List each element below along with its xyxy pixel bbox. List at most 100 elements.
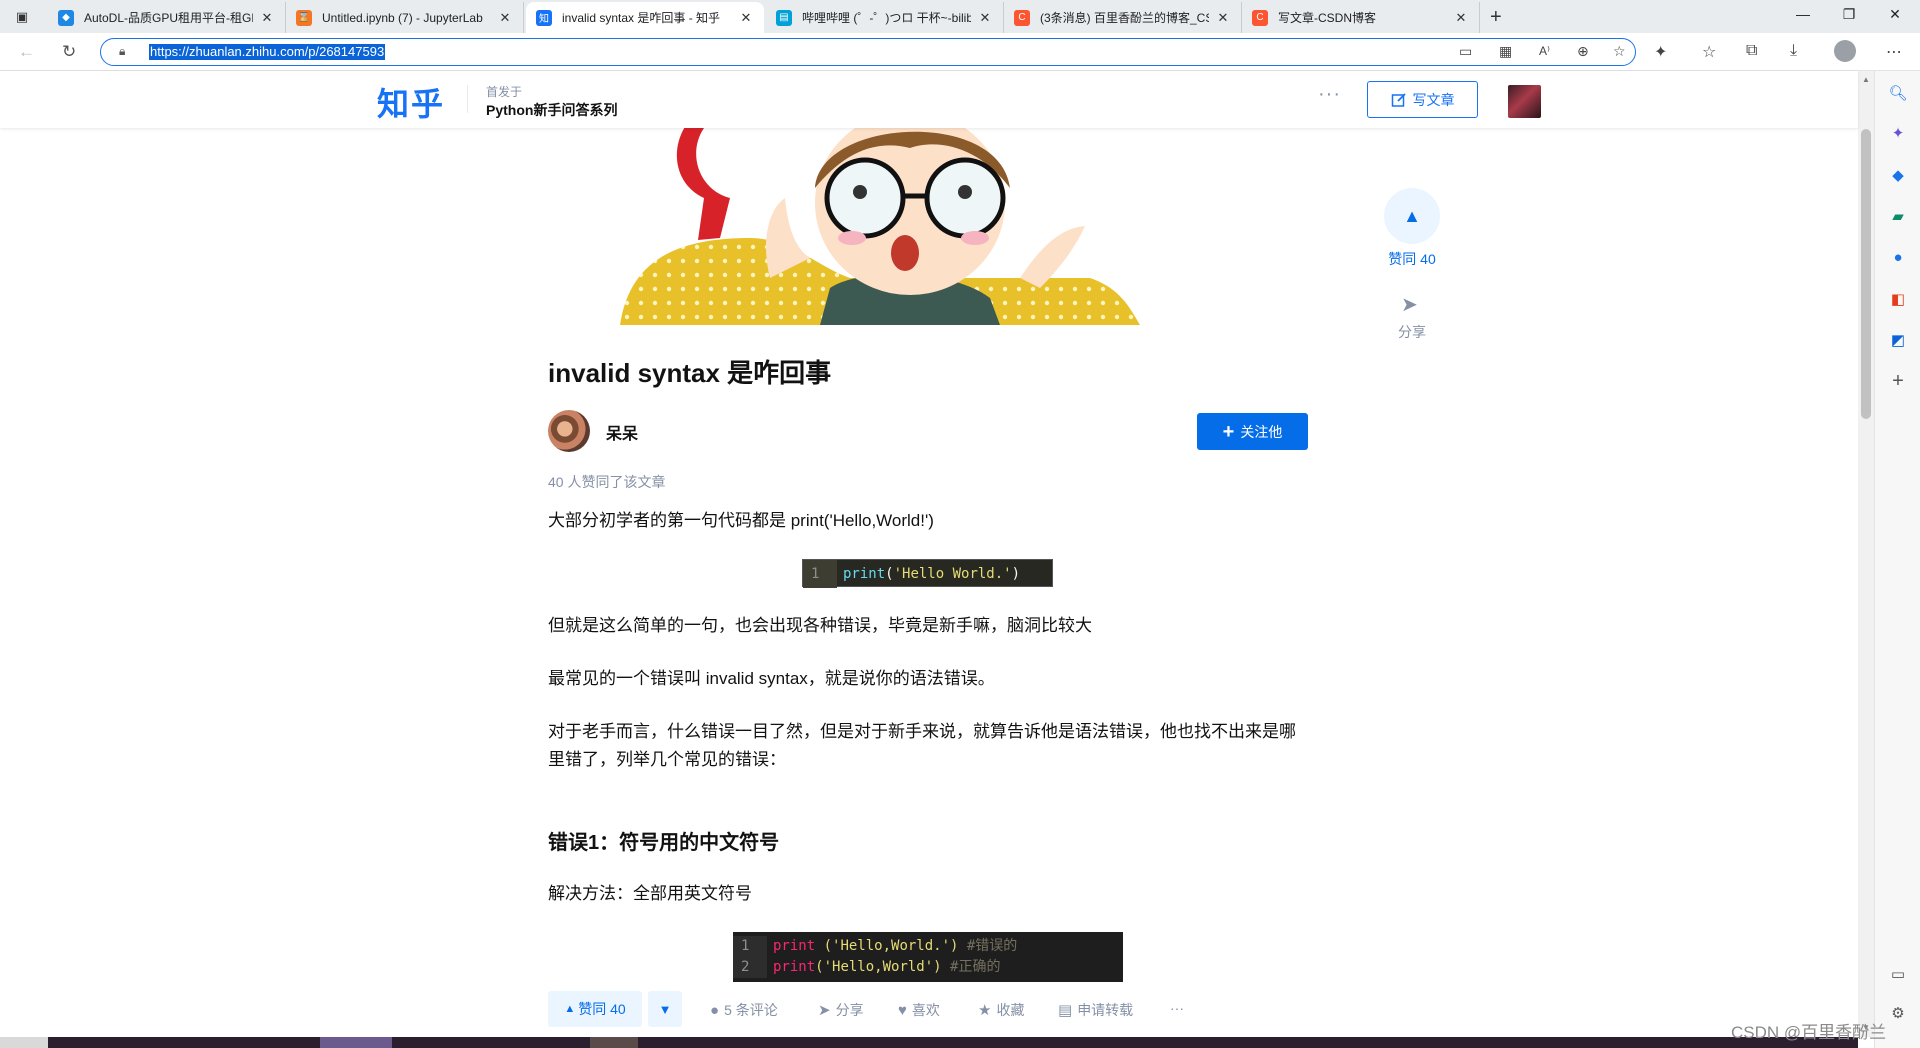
vote-up-button[interactable]: ▲ 赞同 40 — [548, 991, 642, 1027]
author-avatar[interactable] — [548, 410, 590, 452]
autodl-favicon-icon: ◆ — [58, 9, 74, 26]
column-name-link[interactable]: Python新手问答系列 — [486, 100, 617, 120]
tab-zhihu-active[interactable]: 知 invalid syntax 是咋回事 - 知乎 ✕ — [526, 2, 764, 33]
triangle-up-icon: ▲ — [1403, 205, 1421, 226]
favorites-icon[interactable]: ☆ — [1702, 42, 1716, 62]
float-vote-label[interactable]: 赞同 40 — [1384, 249, 1440, 269]
code-token: 'Hello World.' — [893, 566, 1012, 582]
shopping-tag-icon[interactable]: ◆ — [1888, 165, 1908, 185]
collections-icon[interactable]: ⧉ — [1746, 42, 1757, 60]
reprint-button[interactable]: ▤ 申请转载 — [1058, 1000, 1133, 1020]
search-icon[interactable]: 🔍︎ — [1888, 83, 1908, 103]
copilot-sparkle-icon[interactable]: ✦ — [1888, 123, 1908, 143]
tab-close-icon[interactable]: ✕ — [977, 10, 993, 26]
code-line-number: 1 — [733, 936, 767, 957]
tools-icon[interactable]: ▰ — [1888, 206, 1908, 226]
paper-plane-icon[interactable]: ➤ — [1401, 292, 1418, 317]
tab-bilibili[interactable]: ▤ 哔哩哔哩 (゜-゜)つロ 干杯~-bilib ✕ — [766, 2, 1004, 33]
tab-close-icon[interactable]: ✕ — [497, 10, 513, 26]
sidebar-layout-icon[interactable]: ▭ — [1888, 964, 1908, 984]
new-tab-button[interactable]: + — [1490, 6, 1502, 29]
article-action-bar: ▲ 赞同 40 ▼ ● 5 条评论 ➤ 分享 ♥ 喜欢 ★ 收藏 ▤ 申请转载 … — [548, 990, 1308, 1030]
code-comment: #错误的 — [958, 938, 1018, 954]
browser-toolbar: ← ↻ 🔒︎ https://zhuanlan.zhihu.com/p/2681… — [0, 33, 1920, 71]
refresh-icon[interactable]: ↻ — [62, 42, 76, 62]
code-comment: #正确的 — [941, 959, 1001, 975]
csdn-favicon-icon: C — [1252, 9, 1268, 26]
tab-close-icon[interactable]: ✕ — [1215, 10, 1231, 26]
plus-icon: + — [1222, 420, 1235, 443]
more-options-button[interactable]: ··· — [1318, 83, 1341, 106]
star-icon: ★ — [978, 1002, 992, 1019]
tab-close-icon[interactable]: ✕ — [259, 10, 275, 26]
page-scrollbar[interactable]: ▲ ▼ — [1858, 71, 1874, 1037]
tab-close-icon[interactable]: ✕ — [738, 10, 754, 26]
reprint-label: 申请转载 — [1077, 1002, 1134, 1018]
add-sidebar-app-icon[interactable]: + — [1888, 370, 1908, 392]
edge-sidebar: 🔍︎ ✦ ◆ ▰ ● ◧ ◩ + ▭ ⚙ — [1874, 71, 1920, 1048]
code-block: 1 print('Hello World.') — [802, 559, 1053, 588]
collect-button[interactable]: ★ 收藏 — [978, 1000, 1024, 1020]
tab-title: 写文章-CSDN博客 — [1278, 11, 1376, 25]
taskbar-segment — [320, 1037, 392, 1048]
header-divider — [467, 85, 468, 113]
restore-button[interactable]: ❐ — [1826, 6, 1872, 23]
code-token: ('Hello,World') — [815, 959, 942, 975]
zoom-icon[interactable]: ⊕ — [1577, 43, 1589, 60]
write-article-button[interactable]: 写文章 — [1367, 81, 1478, 118]
csdn-favicon-icon: C — [1014, 9, 1030, 26]
like-button[interactable]: ♥ 喜欢 — [898, 1000, 940, 1020]
outlook-icon[interactable]: ◩ — [1888, 330, 1908, 350]
jupyter-favicon-icon: ⌛ — [296, 9, 312, 26]
code-token: ) — [1011, 566, 1021, 582]
author-name-link[interactable]: 呆呆 — [606, 420, 638, 444]
comment-bubble-icon: ● — [710, 1001, 720, 1019]
paragraph: 但就是这么简单的一句，也会出现各种错误，毕竟是新手嘛，脑洞比较大 — [548, 616, 1092, 635]
profile-avatar[interactable] — [1834, 40, 1856, 62]
tab-close-icon[interactable]: ✕ — [1453, 10, 1469, 26]
settings-more-icon[interactable]: ⋯ — [1886, 42, 1902, 62]
paper-plane-icon: ➤ — [818, 1002, 831, 1019]
favorite-star-icon[interactable]: ☆ — [1613, 43, 1626, 60]
float-share-label[interactable]: 分享 — [1384, 322, 1440, 342]
scrollbar-thumb[interactable] — [1861, 129, 1871, 419]
vote-down-button[interactable]: ▼ — [648, 991, 682, 1027]
tab-jupyterlab[interactable]: ⌛ Untitled.ipynb (7) - JupyterLab ✕ — [286, 2, 524, 33]
scroll-up-icon[interactable]: ▲ — [1862, 75, 1870, 84]
url-text[interactable]: https://zhuanlan.zhihu.com/p/268147593 — [149, 44, 386, 60]
screen-capture-icon[interactable]: ▦ — [1499, 43, 1512, 60]
user-avatar[interactable] — [1508, 85, 1541, 118]
float-vote-button[interactable]: ▲ — [1384, 188, 1440, 244]
tab-csdn-blog[interactable]: C (3条消息) 百里香酚兰的博客_CSD ✕ — [1004, 2, 1242, 33]
cartoon-confused-kid-image — [620, 128, 1140, 325]
read-aloud-icon[interactable]: A⁾ — [1539, 44, 1550, 58]
tab-title: AutoDL-品质GPU租用平台-租GP — [84, 11, 253, 25]
more-actions-button[interactable]: ··· — [1170, 1000, 1184, 1016]
heart-icon: ♥ — [898, 1001, 907, 1019]
minimize-button[interactable]: — — [1780, 6, 1826, 22]
like-label: 喜欢 — [911, 1002, 940, 1018]
tab-autodl[interactable]: ◆ AutoDL-品质GPU租用平台-租GP ✕ — [48, 2, 286, 33]
games-icon[interactable]: ● — [1888, 247, 1908, 267]
gear-icon[interactable]: ⚙ — [1888, 1003, 1908, 1023]
close-window-button[interactable]: ✕ — [1872, 6, 1918, 23]
reading-view-icon[interactable]: ▭ — [1459, 43, 1472, 60]
browser-tab-strip: ▣ ◆ AutoDL-品质GPU租用平台-租GP ✕ ⌛ Untitled.ip… — [0, 0, 1920, 33]
download-icon[interactable]: ⤓ — [1790, 42, 1797, 60]
follow-button[interactable]: + 关注他 — [1197, 413, 1308, 450]
comments-button[interactable]: ● 5 条评论 — [710, 1000, 778, 1020]
tab-actions-icon[interactable]: ▣ — [12, 8, 32, 26]
collect-label: 收藏 — [996, 1002, 1025, 1018]
address-bar[interactable]: 🔒︎ https://zhuanlan.zhihu.com/p/26814759… — [100, 38, 1636, 66]
comments-label: 5 条评论 — [724, 1002, 778, 1018]
tab-csdn-write[interactable]: C 写文章-CSDN博客 ✕ — [1242, 2, 1480, 33]
extensions-icon[interactable]: ✦ — [1654, 42, 1667, 62]
share-label: 分享 — [835, 1002, 864, 1018]
back-arrow-icon[interactable]: ← — [18, 42, 35, 62]
zhihu-logo[interactable]: 知乎 — [377, 79, 445, 125]
office-icon[interactable]: ◧ — [1888, 289, 1908, 309]
share-button[interactable]: ➤ 分享 — [818, 1000, 864, 1020]
likes-summary[interactable]: 40 人赞同了该文章 — [548, 472, 665, 492]
taskbar-strip — [0, 1037, 1858, 1048]
code-line-number: 2 — [733, 957, 767, 978]
